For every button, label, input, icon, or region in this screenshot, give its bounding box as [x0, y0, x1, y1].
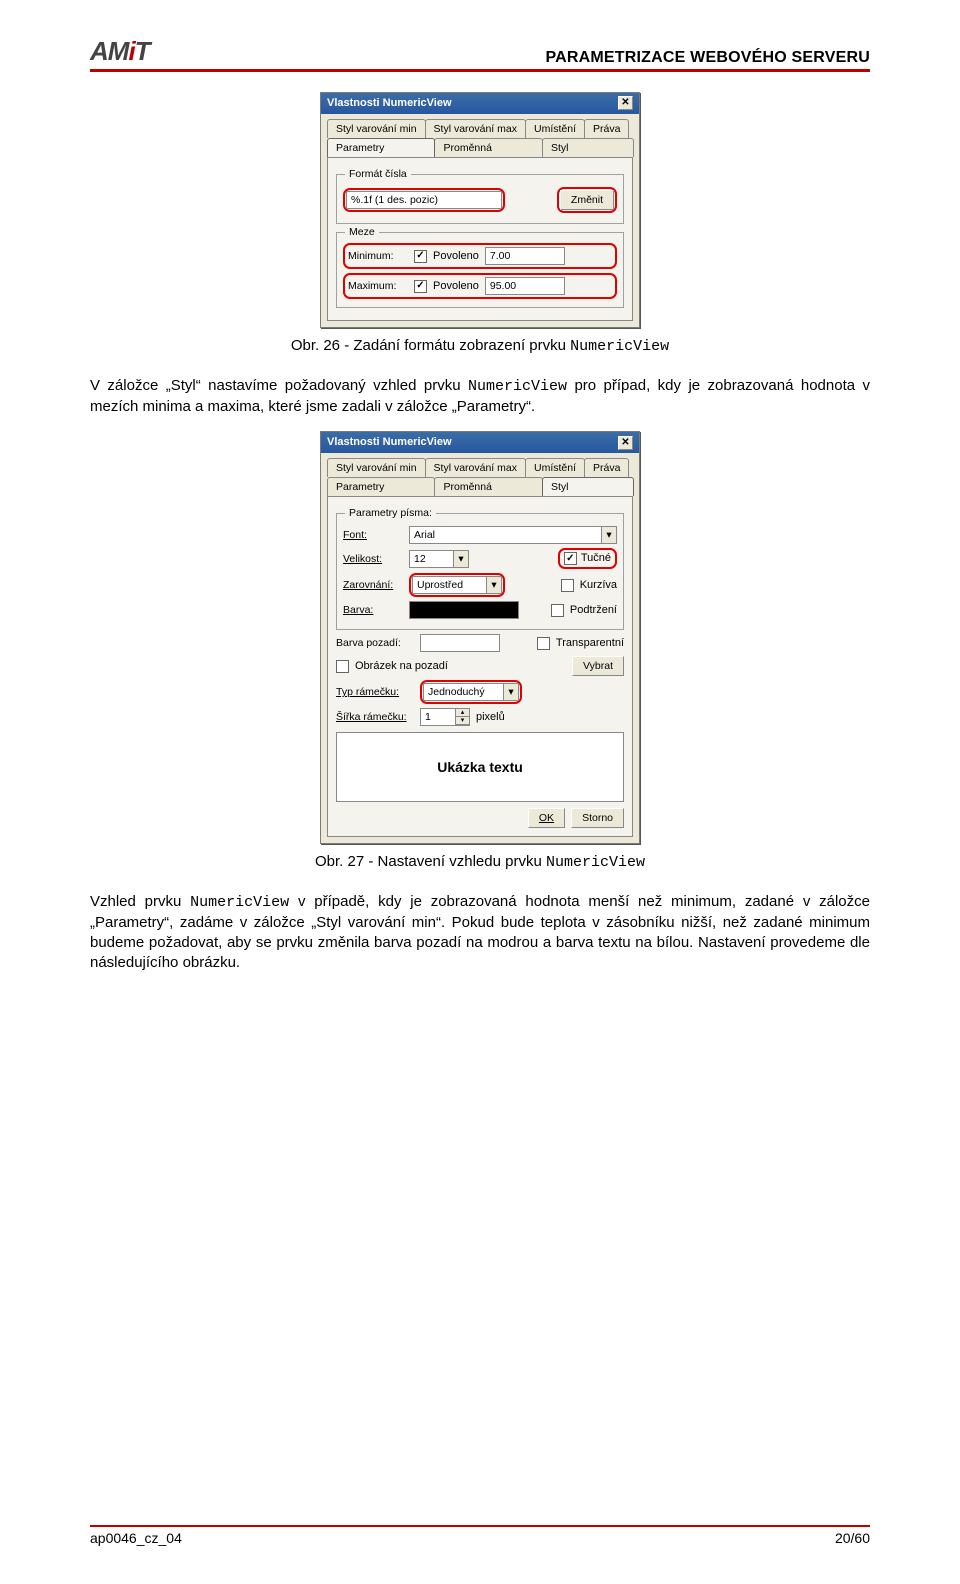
tab-umisteni[interactable]: Umístění	[525, 458, 585, 477]
dialog-title: Vlastnosti NumericView	[327, 96, 452, 111]
tab-styl-varovani-min[interactable]: Styl varování min	[327, 119, 426, 138]
border-type-label: Typ rámečku:	[336, 685, 414, 699]
page-footer: ap0046_cz_04 20/60	[90, 1525, 870, 1546]
font-select[interactable]: Arial▾	[409, 526, 617, 544]
logo-right: T	[135, 36, 150, 66]
bgimage-label: Obrázek na pozadí	[355, 659, 448, 674]
tab-prava[interactable]: Práva	[584, 458, 629, 477]
align-select[interactable]: Uprostřed▾	[412, 576, 502, 594]
chevron-down-icon[interactable]: ▾	[453, 551, 468, 567]
paragraph-1: V záložce „Styl“ nastavíme požadovaný vz…	[90, 376, 870, 418]
group-format: Formát čísla	[345, 167, 411, 181]
italic-label: Kurzíva	[580, 578, 617, 593]
spin-up-icon[interactable]: ▴	[455, 709, 469, 717]
cancel-button[interactable]: Storno	[571, 808, 624, 828]
chevron-down-icon[interactable]: ▾	[503, 684, 518, 700]
bg-color-label: Barva pozadí:	[336, 636, 414, 650]
tab-umisteni[interactable]: Umístění	[525, 119, 585, 138]
underline-checkbox[interactable]	[551, 604, 564, 617]
bgimage-checkbox[interactable]	[336, 660, 349, 673]
tab-styl[interactable]: Styl	[542, 477, 634, 496]
transparent-checkbox[interactable]	[537, 637, 550, 650]
tab-promenna[interactable]: Proměnná	[434, 477, 542, 496]
preview-text: Ukázka textu	[437, 758, 523, 777]
tab-styl-varovani-min[interactable]: Styl varování min	[327, 458, 426, 477]
tab-styl-varovani-max[interactable]: Styl varování max	[425, 119, 526, 138]
max-label: Maximum:	[348, 279, 408, 293]
tab-promenna[interactable]: Proměnná	[434, 138, 542, 157]
align-label: Zarovnání:	[343, 578, 403, 592]
min-enabled-label: Povoleno	[433, 249, 479, 264]
min-value-input[interactable]: 7.00	[485, 247, 565, 265]
group-bounds: Meze	[345, 225, 379, 239]
page-title: PARAMETRIZACE WEBOVÉHO SERVERU	[545, 49, 870, 67]
dialog-numericview-styl: Vlastnosti NumericView ✕ Styl varování m…	[320, 431, 640, 844]
border-width-stepper[interactable]: 1 ▴▾	[420, 708, 470, 726]
bold-label: Tučné	[581, 551, 611, 566]
close-icon[interactable]: ✕	[618, 436, 633, 450]
logo-left: AM	[90, 36, 128, 66]
choose-image-button[interactable]: Vybrat	[572, 656, 624, 676]
tab-styl-varovani-max[interactable]: Styl varování max	[425, 458, 526, 477]
dialog-numericview-params: Vlastnosti NumericView ✕ Styl varování m…	[320, 92, 640, 328]
transparent-label: Transparentní	[556, 636, 624, 651]
close-icon[interactable]: ✕	[618, 96, 633, 110]
footer-page-number: 20/60	[835, 1530, 870, 1546]
dialog-title-2: Vlastnosti NumericView	[327, 435, 452, 450]
page-header: AMiT PARAMETRIZACE WEBOVÉHO SERVERU	[90, 36, 870, 72]
max-enabled-label: Povoleno	[433, 279, 479, 294]
chevron-down-icon[interactable]: ▾	[486, 577, 501, 593]
footer-doc-id: ap0046_cz_04	[90, 1530, 182, 1546]
font-label: Font:	[343, 528, 403, 542]
ok-button[interactable]: OK	[528, 808, 565, 828]
tab-parametry[interactable]: Parametry	[327, 138, 435, 157]
size-select[interactable]: 12▾	[409, 550, 469, 568]
group-font: Parametry písma:	[345, 506, 436, 520]
max-value-input[interactable]: 95.00	[485, 277, 565, 295]
underline-label: Podtržení	[570, 603, 617, 618]
logo: AMiT	[90, 36, 150, 67]
size-label: Velikost:	[343, 552, 403, 566]
border-width-label: Šířka rámečku:	[336, 710, 414, 724]
spin-down-icon[interactable]: ▾	[455, 717, 469, 725]
italic-checkbox[interactable]	[561, 579, 574, 592]
figure-26-caption: Obr. 26 - Zadání formátu zobrazení prvku…	[90, 336, 870, 357]
tab-styl[interactable]: Styl	[542, 138, 634, 157]
format-input[interactable]: %.1f (1 des. pozic)	[346, 191, 502, 209]
chevron-down-icon[interactable]: ▾	[601, 527, 616, 543]
figure-27-caption: Obr. 27 - Nastavení vzhledu prvku Numeri…	[90, 852, 870, 873]
preview-box: Ukázka textu	[336, 732, 624, 802]
bold-checkbox[interactable]	[564, 552, 577, 565]
page-body: Vlastnosti NumericView ✕ Styl varování m…	[90, 92, 870, 974]
text-color-label: Barva:	[343, 603, 403, 617]
min-label: Minimum:	[348, 249, 408, 263]
text-color-swatch[interactable]	[409, 601, 519, 619]
tab-prava[interactable]: Práva	[584, 119, 629, 138]
min-enabled-checkbox[interactable]	[414, 250, 427, 263]
border-type-select[interactable]: Jednoduchý▾	[423, 683, 519, 701]
px-label: pixelů	[476, 710, 505, 725]
paragraph-2: Vzhled prvku NumericView v případě, kdy …	[90, 892, 870, 974]
change-button[interactable]: Změnit	[560, 190, 614, 210]
max-enabled-checkbox[interactable]	[414, 280, 427, 293]
bg-color-swatch[interactable]	[420, 634, 500, 652]
tab-parametry[interactable]: Parametry	[327, 477, 435, 496]
